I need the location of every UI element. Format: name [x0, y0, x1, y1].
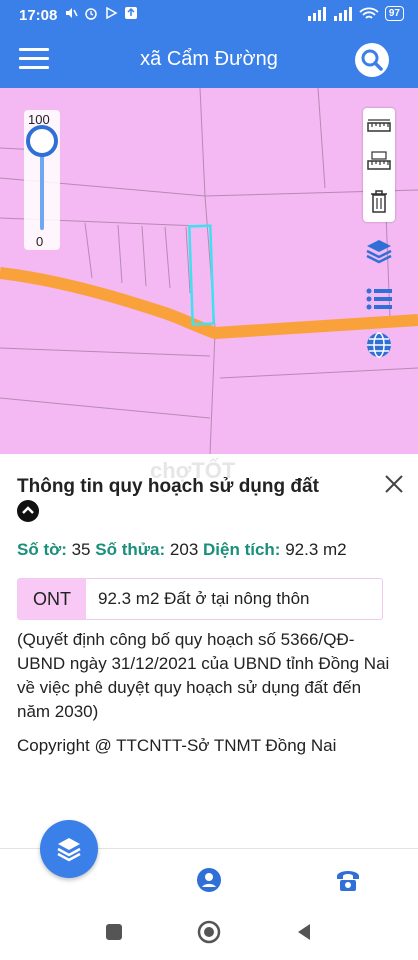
- upload-icon: [125, 7, 137, 19]
- circle-icon: [197, 920, 221, 944]
- status-time: 17:08: [19, 7, 58, 24]
- contact-button[interactable]: [334, 866, 362, 894]
- app-bar: xã Cẩm Đường: [0, 30, 418, 88]
- sheet-label: Số tờ:: [17, 540, 67, 559]
- measure-distance-button[interactable]: [366, 112, 392, 142]
- map-view[interactable]: 100 0: [0, 88, 418, 454]
- parcel-summary: Số tờ: 35 Số thửa: 203 Diện tích: 92.3 m…: [17, 540, 347, 560]
- legend-button[interactable]: [364, 284, 394, 314]
- copyright-text: Copyright @ TTCNTT-Sở TNMT Đồng Nai: [17, 736, 337, 755]
- phone-icon: [337, 871, 359, 891]
- basemap-button[interactable]: [364, 330, 394, 360]
- play-icon: [106, 6, 118, 20]
- sheet-value: 35: [71, 540, 91, 559]
- land-use-row: ONT 92.3 m2 Đất ở tại nông thôn: [17, 578, 383, 620]
- land-use-description: 92.3 m2 Đất ở tại nông thôn: [98, 589, 310, 608]
- parcel-map: [0, 88, 418, 454]
- area-value: 92.3 m2: [285, 540, 347, 559]
- land-use-code: ONT: [18, 579, 86, 619]
- plot-label: Số thửa:: [95, 540, 166, 559]
- map-tool-panel: [363, 108, 395, 222]
- status-system-icons: 97: [307, 6, 404, 21]
- selected-parcel[interactable]: [188, 224, 215, 326]
- close-icon: [385, 475, 403, 493]
- layers-button[interactable]: [364, 236, 394, 266]
- mute-icon: [66, 8, 78, 18]
- plot-value: 203: [169, 540, 199, 559]
- list-icon: [366, 288, 392, 310]
- layers-icon: [57, 838, 81, 862]
- measure-area-button[interactable]: [366, 148, 392, 178]
- delete-measure-button[interactable]: [366, 186, 392, 216]
- system-nav-bar: [0, 904, 418, 960]
- search-icon: [361, 49, 383, 71]
- signal-icon: [307, 6, 326, 21]
- alarm-icon: [85, 8, 97, 20]
- wifi-icon: [359, 7, 379, 19]
- home-button[interactable]: [197, 920, 221, 944]
- back-triangle-icon: [298, 924, 310, 940]
- square-icon: [106, 924, 122, 940]
- slider-min-label: 0: [36, 234, 44, 249]
- status-bar: 17:08 97: [0, 0, 418, 30]
- collapse-button[interactable]: [17, 500, 39, 522]
- recents-button[interactable]: [102, 920, 126, 944]
- layers-fab-button[interactable]: [40, 820, 98, 878]
- profile-button[interactable]: [195, 866, 223, 894]
- status-notification-icons: [64, 6, 138, 20]
- area-ruler-icon: [367, 151, 391, 170]
- info-title: Thông tin quy hoạch sử dụng đất: [17, 476, 319, 497]
- slider-knob[interactable]: [26, 125, 58, 157]
- trash-icon: [371, 190, 387, 213]
- account-icon: [197, 868, 221, 892]
- ruler-icon: [367, 119, 391, 132]
- close-button[interactable]: [380, 470, 408, 498]
- layers-icon: [366, 240, 392, 264]
- area-label: Diện tích:: [203, 540, 281, 559]
- app-root: 17:08 97 xã Cẩm Đường 100 0 chợTỐT Thông…: [0, 0, 418, 960]
- chevron-up-icon: [22, 506, 34, 514]
- search-button[interactable]: [355, 43, 389, 77]
- decision-text: (Quyết định công bố quy hoạch số 5366/QĐ…: [17, 630, 390, 721]
- zoom-slider[interactable]: 100 0: [24, 110, 60, 250]
- globe-icon: [367, 332, 391, 358]
- signal-icon-2: [333, 6, 352, 21]
- battery-indicator: 97: [384, 6, 404, 21]
- land-info-panel: chợTỐT Thông tin quy hoạch sử dụng đất S…: [0, 454, 418, 848]
- back-button[interactable]: [292, 920, 316, 944]
